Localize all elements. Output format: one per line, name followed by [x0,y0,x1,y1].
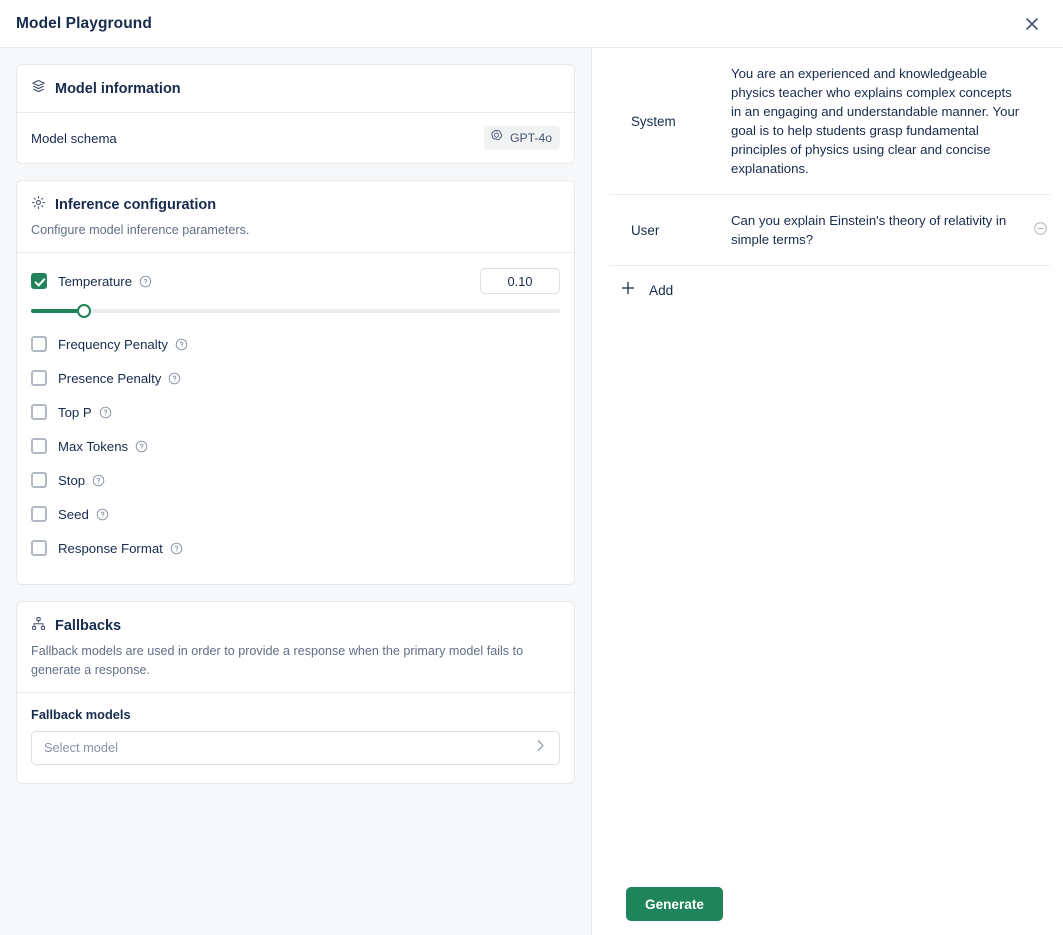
messages-pane: System You are an experienced and knowle… [592,48,1063,935]
message-role: User [631,222,660,238]
configuration-pane: Model information Model schema GPT-4o In… [0,48,592,935]
fallback-model-placeholder: Select model [44,740,118,756]
help-icon[interactable] [168,372,181,385]
layers-icon [31,79,46,99]
inference-configuration-description: Configure model inference parameters. [31,223,250,237]
page-title: Model Playground [16,14,152,32]
param-row-stop: Stop [31,466,560,494]
fallbacks-description: Fallback models are used in order to pro… [31,644,524,677]
checkbox-temperature[interactable] [31,273,47,290]
add-message-button[interactable]: Add [609,266,673,315]
param-label-max-tokens: Max Tokens [58,438,129,454]
checkbox-max-tokens[interactable] [31,438,47,455]
inference-configuration-card: Inference configuration Configure model … [16,180,575,586]
hierarchy-icon [31,616,46,636]
inference-configuration-title: Inference configuration [55,197,217,213]
gear-icon [31,195,46,215]
param-label-frequency-penalty: Frequency Penalty [58,336,168,352]
help-icon[interactable] [99,406,112,419]
param-label-response-format: Response Format [58,540,163,556]
chevron-right-icon [533,738,548,758]
help-icon[interactable] [135,440,148,453]
close-button[interactable] [1019,11,1045,37]
close-icon [1025,17,1039,31]
fallbacks-body: Fallback models Select model [17,693,574,783]
slider-thumb[interactable] [76,304,91,319]
model-badge-label: GPT-4o [510,131,552,145]
checkbox-frequency-penalty[interactable] [31,336,47,353]
model-information-title: Model information [55,81,181,97]
model-schema-row: Model schema GPT-4o [17,113,574,163]
message-text[interactable]: You are an experienced and knowledgeable… [731,64,1050,178]
generate-button[interactable]: Generate [626,887,723,921]
plus-icon [620,280,636,301]
model-information-card: Model information Model schema GPT-4o [16,64,575,164]
param-label-stop: Stop [58,472,86,488]
help-icon[interactable] [92,474,105,487]
help-icon[interactable] [96,508,109,521]
fallbacks-card: Fallbacks Fallback models are used in or… [16,601,575,784]
remove-message-button[interactable] [1030,220,1050,240]
checkbox-stop[interactable] [31,472,47,489]
param-row-seed: Seed [31,500,560,528]
param-label-seed: Seed [58,506,89,522]
modal-body: Model information Model schema GPT-4o In… [0,48,1063,935]
checkbox-response-format[interactable] [31,540,47,557]
message-row-user: User Can you explain Einstein's theory o… [609,195,1050,266]
fallback-model-select[interactable]: Select model [31,730,560,765]
param-row-max-tokens: Max Tokens [31,432,560,460]
modal-header: Model Playground [0,0,1063,48]
param-label-top-p: Top P [58,404,92,420]
param-row-frequency-penalty: Frequency Penalty [31,330,560,358]
param-row-temperature: Temperature [31,267,560,295]
model-badge[interactable]: GPT-4o [484,126,560,150]
inference-configuration-header: Inference configuration Configure model … [17,181,574,252]
fallbacks-header: Fallbacks Fallback models are used in or… [17,602,574,692]
param-row-presence-penalty: Presence Penalty [31,364,560,392]
fallbacks-title: Fallbacks [55,618,122,635]
generate-footer: Generate [626,887,723,921]
model-schema-label: Model schema [31,130,117,146]
parameter-list: Temperature 0.10 Frequency Penalty Prese… [17,253,574,584]
checkbox-seed[interactable] [31,506,47,523]
minus-circle-icon [1033,221,1048,239]
message-role: System [631,113,676,129]
checkbox-top-p[interactable] [31,404,47,421]
checkbox-presence-penalty[interactable] [31,370,47,387]
message-list: System You are an experienced and knowle… [592,48,1063,315]
add-message-label: Add [649,283,674,298]
slider-fill [31,309,84,314]
openai-icon [490,129,503,147]
help-icon[interactable] [170,542,183,555]
temperature-slider[interactable] [31,302,560,320]
message-row-system: System You are an experienced and knowle… [609,48,1050,195]
fallback-models-label: Fallback models [31,706,131,722]
model-information-header: Model information [17,65,574,112]
param-row-response-format: Response Format [31,534,560,562]
param-row-top-p: Top P [31,398,560,426]
message-text[interactable]: Can you explain Einstein's theory of rel… [731,211,1050,249]
param-label-temperature: Temperature [58,273,133,289]
param-label-presence-penalty: Presence Penalty [58,370,162,386]
slider-track [31,309,560,314]
temperature-value-input[interactable] [480,268,560,295]
help-icon[interactable] [175,338,188,351]
help-icon[interactable] [139,275,152,288]
